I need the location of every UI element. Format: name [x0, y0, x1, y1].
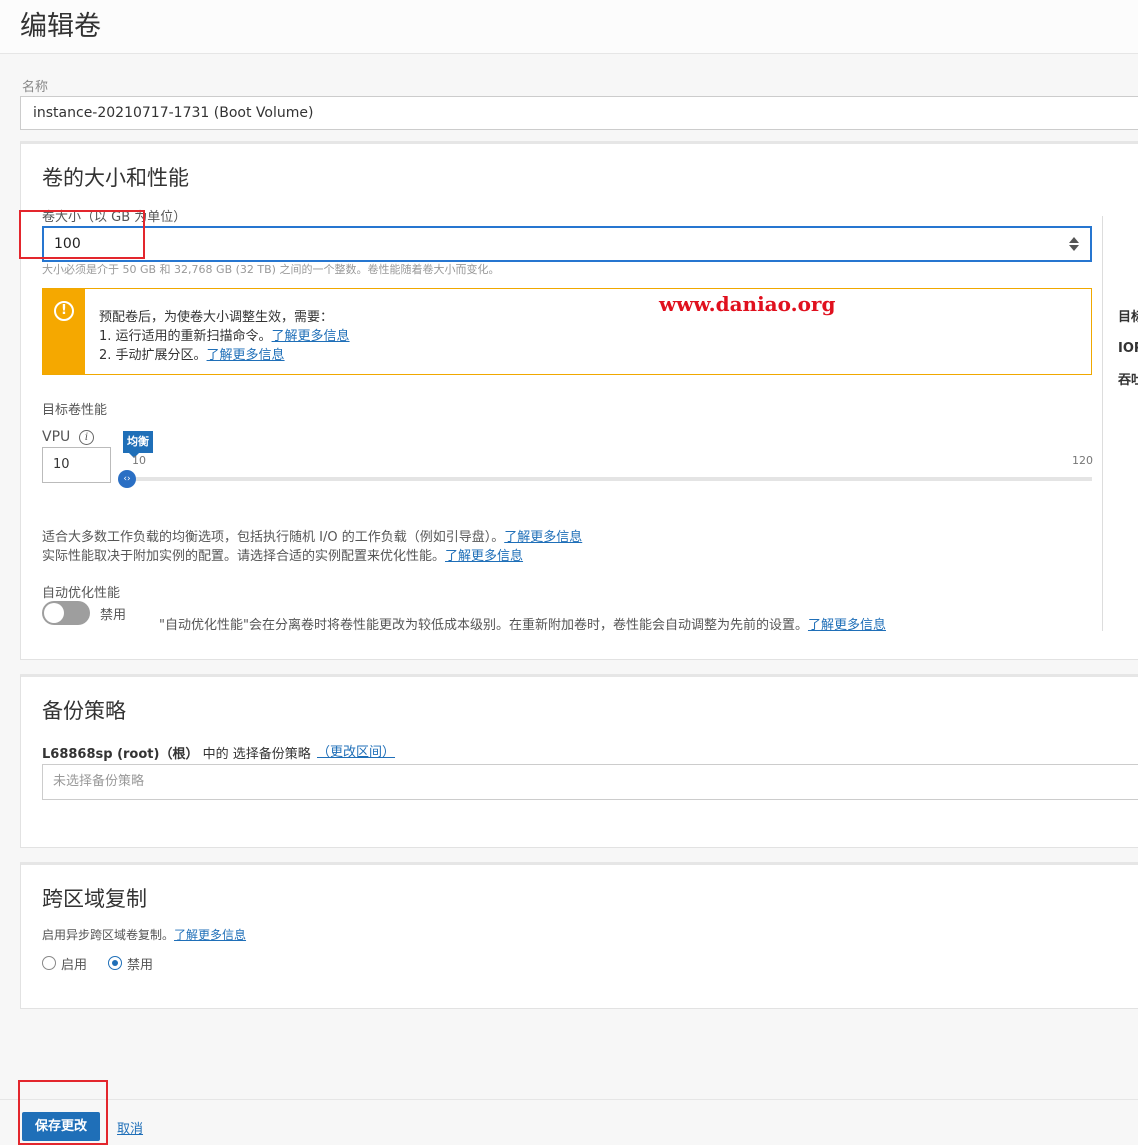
auto-tune-label: 自动优化性能 [42, 586, 121, 601]
callout-line-2-text: 1. 运行适用的重新扫描命令。 [99, 329, 272, 344]
radio-disable[interactable] [108, 956, 122, 970]
vpu-slider-handle[interactable]: ‹› [118, 470, 136, 488]
radio-enable-label: 启用 [61, 958, 88, 973]
watermark-text: www.daniao.org [659, 292, 836, 316]
size-performance-title: 卷的大小和性能 [42, 166, 189, 190]
replication-card: 跨区域复制 启用异步跨区域卷复制。了解更多信息 启用 禁用 [20, 862, 1138, 1009]
vpu-label: VPU [42, 429, 71, 445]
learn-more-link-partition[interactable]: 了解更多信息 [207, 348, 285, 363]
slider-min-label: 10 [132, 454, 146, 467]
learn-more-link-replication[interactable]: 了解更多信息 [174, 928, 246, 942]
callout-line-2: 1. 运行适用的重新扫描命令。了解更多信息 [99, 325, 350, 344]
vpu-input[interactable]: 10 [42, 447, 111, 483]
name-label: 名称 [22, 80, 49, 95]
slider-badge: 均衡 [123, 431, 153, 458]
performance-desc-1-text: 适合大多数工作负载的均衡选项，包括执行随机 I/O 的工作负载（例如引导盘）。 [42, 530, 505, 545]
replication-desc-text: 启用异步跨区域卷复制。 [42, 928, 175, 942]
compartment-text: 中的 选择备份策略 [202, 747, 311, 762]
change-compartment-link[interactable]: （更改区间） [317, 741, 395, 760]
radio-disable-label: 禁用 [127, 958, 154, 973]
performance-desc-line-2: 实际性能取决于附加实例的配置。请选择合适的实例配置来优化性能。了解更多信息 [42, 545, 523, 564]
learn-more-link-balanced[interactable]: 了解更多信息 [504, 530, 582, 545]
performance-desc-2-text: 实际性能取决于附加实例的配置。请选择合适的实例配置来优化性能。 [42, 549, 446, 564]
slider-max-label: 120 [1072, 454, 1093, 467]
footer-bar: 保存更改 取消 [0, 1099, 1138, 1145]
backup-policy-title: 备份策略 [42, 699, 126, 723]
auto-tune-toggle[interactable] [42, 601, 90, 625]
learn-more-link-rescan[interactable]: 了解更多信息 [272, 329, 350, 344]
radio-enable[interactable] [42, 956, 56, 970]
backup-policy-select[interactable]: 未选择备份策略 [42, 764, 1138, 800]
right-panel-label-2: IOP [1118, 341, 1138, 356]
learn-more-link-instance[interactable]: 了解更多信息 [445, 549, 523, 564]
performance-desc-line-1: 适合大多数工作负载的均衡选项，包括执行随机 I/O 的工作负载（例如引导盘）。了… [42, 526, 582, 545]
backup-policy-card: 备份策略 L68868sp (root)（根） 中的 选择备份策略 （更改区间）… [20, 674, 1138, 848]
callout-line-3-text: 2. 手动扩展分区。 [99, 348, 207, 363]
right-panel-label-3: 吞吐 [1118, 373, 1138, 388]
replication-title: 跨区域复制 [42, 887, 147, 911]
callout-line-1: 预配卷后，为使卷大小调整生效，需要： [99, 310, 334, 325]
name-input[interactable]: instance-20210717-1731 (Boot Volume) [20, 96, 1138, 130]
target-performance-label: 目标卷性能 [42, 403, 108, 418]
page-title: 编辑卷 [20, 11, 101, 42]
auto-tune-description: "自动优化性能"会在分离卷时将卷性能更改为较低成本级别。在重新附加卷时，卷性能会… [159, 614, 886, 633]
warning-icon: ! [54, 301, 74, 321]
vpu-slider-track[interactable] [127, 477, 1092, 481]
auto-tune-desc-text: "自动优化性能"会在分离卷时将卷性能更改为较低成本级别。在重新附加卷时，卷性能会… [159, 618, 808, 633]
spinner-icon[interactable] [1069, 236, 1079, 252]
compartment-name: L68868sp (root)（根） [42, 747, 199, 762]
compartment-line: L68868sp (root)（根） 中的 选择备份策略 [42, 743, 311, 762]
volume-size-input[interactable]: 100 [42, 226, 1092, 262]
page-header: 编辑卷 [0, 0, 1138, 54]
right-panel-label-1: 目标 [1118, 310, 1138, 325]
resize-warning-callout: ! 预配卷后，为使卷大小调整生效，需要： 1. 运行适用的重新扫描命令。了解更多… [42, 288, 1092, 375]
highlight-box-size [19, 210, 145, 259]
info-icon[interactable]: i [79, 430, 94, 445]
cancel-link[interactable]: 取消 [117, 1118, 143, 1137]
auto-tune-state: 禁用 [100, 608, 127, 623]
learn-more-link-auto-tune[interactable]: 了解更多信息 [808, 618, 886, 633]
highlight-box-save [18, 1080, 108, 1145]
size-performance-card: 卷的大小和性能 卷大小（以 GB 为单位） 100 大小必须是介于 50 GB … [20, 141, 1138, 660]
callout-line-3: 2. 手动扩展分区。了解更多信息 [99, 344, 285, 363]
toggle-knob [44, 603, 64, 623]
callout-bar: ! [43, 289, 85, 374]
right-panel-divider [1102, 216, 1103, 631]
volume-size-hint: 大小必须是介于 50 GB 和 32,768 GB (32 TB) 之间的一个整… [42, 263, 500, 276]
replication-description: 启用异步跨区域卷复制。了解更多信息 [42, 926, 246, 943]
